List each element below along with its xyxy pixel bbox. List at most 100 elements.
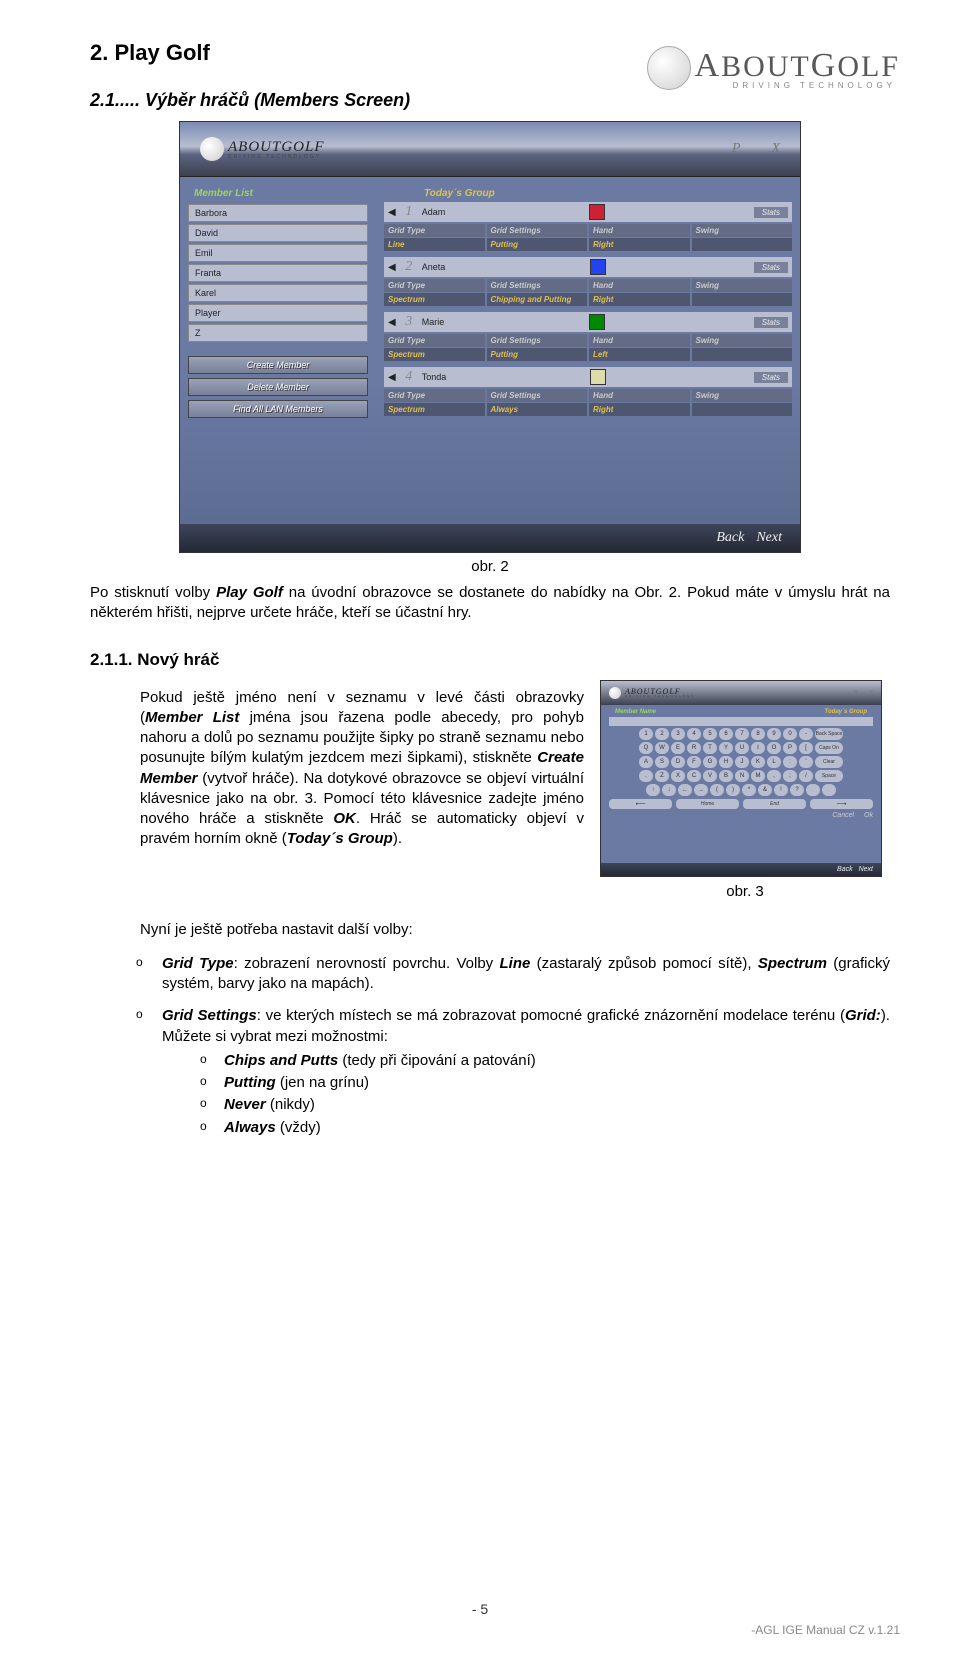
player-color-swatch[interactable] [590, 259, 606, 275]
keyboard-key[interactable]: R [687, 742, 701, 754]
keyboard-key[interactable]: A [639, 756, 653, 768]
keyboard-key[interactable]: ' [799, 756, 813, 768]
keyboard-key[interactable]: 7 [735, 728, 749, 740]
keyboard-key[interactable]: 0 [783, 728, 797, 740]
keyboard-key[interactable]: H [719, 756, 733, 768]
val-swing[interactable] [692, 348, 793, 361]
val-grid-settings[interactable]: Putting [487, 348, 588, 361]
window-close-button[interactable]: X [869, 689, 873, 697]
keyboard-key[interactable]: ← [678, 784, 692, 796]
next-button[interactable]: Next [859, 866, 873, 873]
keyboard-key[interactable]: 9 [767, 728, 781, 740]
keyboard-key[interactable]: B [719, 770, 733, 782]
keyboard-key[interactable]: C [687, 770, 701, 782]
cancel-button[interactable]: Cancel [832, 812, 854, 819]
keyboard-key[interactable]: * [742, 784, 756, 796]
keyboard-key[interactable]: E [671, 742, 685, 754]
keyboard-key[interactable]: . [639, 770, 653, 782]
player-color-swatch[interactable] [590, 369, 606, 385]
keyboard-key[interactable]: , [767, 770, 781, 782]
keyboard-key[interactable]: Caps On [815, 742, 843, 754]
keyboard-key[interactable]: Clear [815, 756, 843, 768]
keyboard-key[interactable]: → [694, 784, 708, 796]
find-lan-members-button[interactable]: Find All LAN Members [188, 400, 368, 418]
arrow-left-icon[interactable]: ◀ [388, 317, 396, 328]
arrow-left-icon[interactable]: ◀ [388, 262, 396, 273]
keyboard-key[interactable]: ↑ [646, 784, 660, 796]
val-grid-type[interactable]: Spectrum [384, 293, 485, 306]
keyboard-key[interactable]: O [767, 742, 781, 754]
keyboard-key[interactable]: S [655, 756, 669, 768]
keyboard-key[interactable]: 5 [703, 728, 717, 740]
ok-button[interactable]: Ok [864, 812, 873, 819]
next-button[interactable]: Next [756, 530, 782, 546]
window-minimize-button[interactable]: _ [861, 689, 865, 697]
keyboard-key[interactable]: 2 [655, 728, 669, 740]
delete-member-button[interactable]: Delete Member [188, 378, 368, 396]
window-close-button[interactable]: X [771, 141, 780, 157]
create-member-button[interactable]: Create Member [188, 356, 368, 374]
player-color-swatch[interactable] [589, 314, 605, 330]
keyboard-key[interactable]: D [671, 756, 685, 768]
nav-home-button[interactable]: Home [676, 799, 739, 809]
window-minimize-button[interactable]: _ [752, 141, 759, 157]
keyboard-key[interactable]: Space [815, 770, 843, 782]
keyboard-key[interactable]: P [783, 742, 797, 754]
keyboard-key[interactable]: ) [726, 784, 740, 796]
keyboard-key[interactable]: N [735, 770, 749, 782]
arrow-left-icon[interactable]: ◀ [388, 372, 396, 383]
keyboard-key[interactable]: 6 [719, 728, 733, 740]
val-hand[interactable]: Right [589, 403, 690, 416]
member-row[interactable]: Player [188, 304, 368, 322]
keyboard-key[interactable]: J [735, 756, 749, 768]
keyboard-key[interactable]: W [655, 742, 669, 754]
keyboard-key[interactable]: ! [774, 784, 788, 796]
nav-end-button[interactable]: End [743, 799, 806, 809]
val-hand[interactable]: Left [589, 348, 690, 361]
val-grid-settings[interactable]: Putting [487, 238, 588, 251]
keyboard-key[interactable]: ; [783, 770, 797, 782]
keyboard-key[interactable]: & [758, 784, 772, 796]
member-row[interactable]: Barbora [188, 204, 368, 222]
stats-button[interactable]: Stats [754, 262, 788, 273]
member-name-input[interactable] [609, 717, 873, 726]
keyboard-key[interactable]: ↓ [662, 784, 676, 796]
member-row[interactable]: Karel [188, 284, 368, 302]
keyboard-key[interactable]: F [687, 756, 701, 768]
player-color-swatch[interactable] [589, 204, 605, 220]
keyboard-key[interactable]: K [751, 756, 765, 768]
keyboard-key[interactable]: ( [710, 784, 724, 796]
val-hand[interactable]: Right [589, 293, 690, 306]
keyboard-key[interactable] [822, 784, 836, 796]
member-row[interactable]: Z [188, 324, 368, 342]
keyboard-key[interactable]: / [799, 770, 813, 782]
keyboard-key[interactable]: [ [799, 742, 813, 754]
stats-button[interactable]: Stats [754, 207, 788, 218]
keyboard-key[interactable]: Z [655, 770, 669, 782]
keyboard-key[interactable]: 8 [751, 728, 765, 740]
keyboard-key[interactable]: M [751, 770, 765, 782]
back-button[interactable]: Back [837, 866, 853, 873]
keyboard-key[interactable]: 4 [687, 728, 701, 740]
keyboard-key[interactable]: Y [719, 742, 733, 754]
keyboard-key[interactable]: U [735, 742, 749, 754]
val-grid-settings[interactable]: Always [487, 403, 588, 416]
keyboard-key[interactable]: G [703, 756, 717, 768]
keyboard-key[interactable] [806, 784, 820, 796]
nav-prev-button[interactable]: ⟵ [609, 799, 672, 809]
keyboard-key[interactable]: X [671, 770, 685, 782]
val-grid-type[interactable]: Line [384, 238, 485, 251]
window-help-button[interactable]: P [853, 689, 857, 697]
val-hand[interactable]: Right [589, 238, 690, 251]
stats-button[interactable]: Stats [754, 317, 788, 328]
stats-button[interactable]: Stats [754, 372, 788, 383]
val-swing[interactable] [692, 403, 793, 416]
keyboard-key[interactable]: L [767, 756, 781, 768]
keyboard-key[interactable]: 3 [671, 728, 685, 740]
keyboard-key[interactable]: ? [790, 784, 804, 796]
back-button[interactable]: Back [716, 530, 744, 546]
keyboard-key[interactable]: T [703, 742, 717, 754]
nav-next-button[interactable]: ⟶ [810, 799, 873, 809]
keyboard-key[interactable]: Q [639, 742, 653, 754]
member-row[interactable]: Franta [188, 264, 368, 282]
